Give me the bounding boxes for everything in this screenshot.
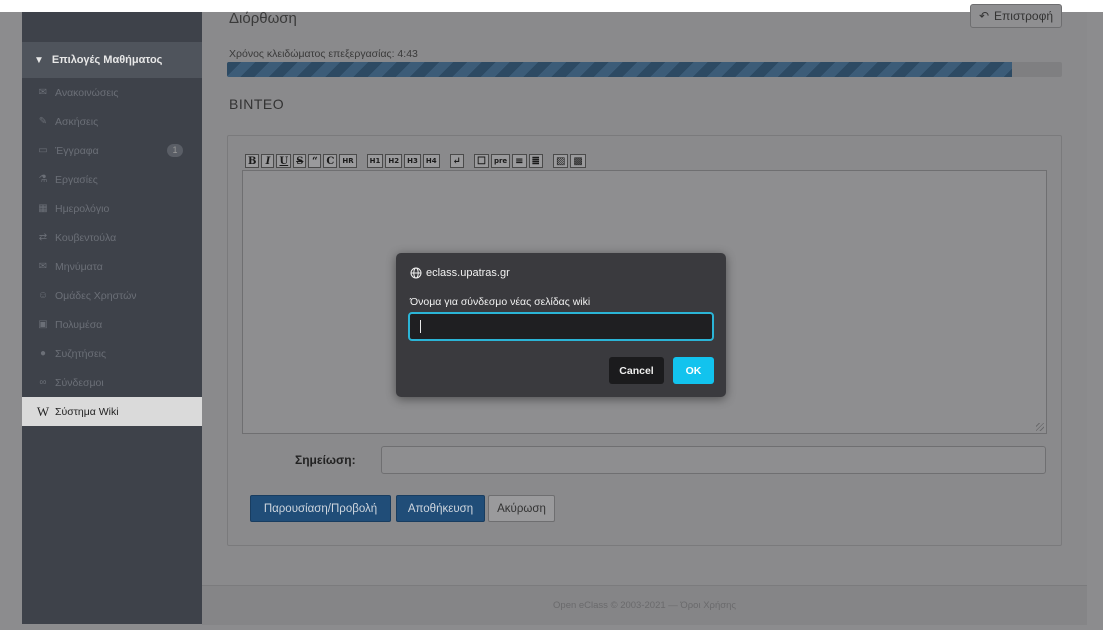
- wiki-link-button[interactable]: ▩: [570, 154, 586, 168]
- lock-progress-fill: [227, 62, 1012, 77]
- film-icon: ▣: [38, 319, 48, 330]
- bullet-list-button[interactable]: ≡: [512, 154, 527, 168]
- code-button[interactable]: C: [323, 154, 338, 168]
- users-icon: ☺: [37, 290, 49, 301]
- sidebar-item[interactable]: ▣ Πολυμέσα: [22, 310, 202, 339]
- cancel-button[interactable]: Ακύρωση: [488, 495, 555, 522]
- folder-icon: ▭: [38, 145, 48, 156]
- save-button[interactable]: Αποθήκευση: [396, 495, 485, 522]
- sidebar-item[interactable]: ⇄ Κουβεντούλα: [22, 223, 202, 252]
- pre-button[interactable]: pre: [490, 154, 511, 168]
- sidebar-item-label: Ασκήσεις: [55, 115, 99, 128]
- sidebar-item-label: Πολυμέσα: [55, 318, 103, 331]
- sidebar-item-label: Εργασίες: [55, 173, 98, 186]
- bold-button[interactable]: B: [245, 154, 260, 168]
- sidebar-header-label: Επιλογές Μαθήματος: [51, 54, 163, 66]
- note-input[interactable]: [381, 446, 1046, 474]
- sidebar-item[interactable]: ▭ Έγγραφα 1: [22, 136, 202, 165]
- wiki-page-title: ΒΙΝΤΕΟ: [229, 96, 285, 112]
- footer: Open eClass © 2003-2021 — Όροι Χρήσης: [202, 585, 1087, 625]
- footer-text: Open eClass © 2003-2021 — Όροι Χρήσης: [553, 600, 736, 611]
- sidebar-item-label: Σύνδεσμοι: [55, 376, 104, 389]
- lock-timer-text: Χρόνος κλειδώματος επεξεργασίας: 4:43: [229, 48, 418, 60]
- wikipedia-icon: W: [36, 403, 50, 419]
- h2-button[interactable]: H2: [385, 154, 403, 168]
- chevron-down-icon: ▼: [34, 54, 44, 66]
- sidebar-item-label: Ημερολόγιο: [55, 202, 110, 215]
- linebreak-button[interactable]: ↵: [449, 154, 464, 168]
- prompt-dialog: eclass.upatras.gr Όνομα για σύνδεσμο νέα…: [396, 253, 726, 397]
- h4-button[interactable]: H4: [422, 154, 440, 168]
- sidebar-section-header[interactable]: ▼ Επιλογές Μαθήματος: [22, 42, 202, 78]
- back-button-label: Επιστροφή: [994, 9, 1054, 23]
- h3-button[interactable]: H3: [404, 154, 421, 168]
- comments-icon: ●: [39, 348, 47, 359]
- dialog-origin: eclass.upatras.gr: [410, 267, 510, 279]
- editor-toolbar: B I U S “C HR H1 H2 H3 H4 ↵ ☐ pre ≡ ≣ ▨ ▩: [245, 153, 588, 169]
- sidebar-item-label: Ομάδες Χρηστών: [55, 289, 137, 302]
- sidebar-item[interactable]: ✉ Ανακοινώσεις: [22, 78, 202, 107]
- sidebar-menu: ✉ Ανακοινώσεις ✎ Ασκήσεις ▭ Έγγραφα 1 ⚗ Εργασίες…: [22, 78, 202, 426]
- edit-icon: ✎: [38, 116, 48, 127]
- dialog-ok-button[interactable]: OK: [673, 357, 714, 384]
- page-title: Διόρθωση: [229, 10, 297, 27]
- lock-progress-bar: [227, 62, 1062, 77]
- exchange-icon: ⇄: [38, 232, 48, 243]
- preview-button[interactable]: Παρουσίαση/Προβολή: [250, 495, 391, 522]
- back-button[interactable]: ↶ Επιστροφή: [970, 4, 1062, 28]
- flask-icon: ⚗: [38, 174, 48, 185]
- quote-button[interactable]: “: [308, 154, 322, 168]
- course-sidebar: ▼ Επιλογές Μαθήματος ✉ Ανακοινώσεις ✎ Ασκήσ…: [22, 12, 202, 624]
- comment-button[interactable]: ☐: [473, 154, 489, 168]
- top-strip: [0, 0, 1103, 12]
- sidebar-item[interactable]: ☺ Ομάδες Χρηστών: [22, 281, 202, 310]
- image-button[interactable]: ▨: [552, 154, 569, 168]
- dialog-message: Όνομα για σύνδεσμο νέας σελίδας wiki: [410, 296, 591, 308]
- count-badge: 1: [167, 144, 183, 157]
- sidebar-item-label: Έγγραφα: [55, 144, 99, 157]
- sidebar-item[interactable]: ● Συζητήσεις: [22, 339, 202, 368]
- h1-button[interactable]: H1: [366, 154, 384, 168]
- dialog-origin-text: eclass.upatras.gr: [426, 267, 510, 279]
- sidebar-item[interactable]: W Σύστημα Wiki: [22, 397, 202, 426]
- sidebar-item-label: Συζητήσεις: [55, 347, 107, 360]
- megaphone-icon: ✉: [38, 87, 48, 98]
- dialog-input[interactable]: [408, 312, 714, 341]
- sidebar-item[interactable]: ✉ Μηνύματα: [22, 252, 202, 281]
- sidebar-item-label: Κουβεντούλα: [55, 231, 117, 244]
- sidebar-item-label: Σύστημα Wiki: [55, 405, 119, 418]
- globe-icon: [410, 267, 422, 279]
- numbered-list-button[interactable]: ≣: [528, 154, 543, 168]
- note-label: Σημείωση:: [295, 453, 356, 467]
- resize-handle[interactable]: [1036, 423, 1044, 431]
- dialog-cancel-button[interactable]: Cancel: [609, 357, 664, 384]
- sidebar-item[interactable]: ∞ Σύνδεσμοι: [22, 368, 202, 397]
- sidebar-item-label: Ανακοινώσεις: [55, 86, 119, 99]
- underline-button[interactable]: U: [276, 154, 292, 168]
- sidebar-item-label: Μηνύματα: [55, 260, 103, 273]
- envelope-icon: ✉: [38, 261, 48, 272]
- sidebar-item[interactable]: ✎ Ασκήσεις: [22, 107, 202, 136]
- reply-icon: ↶: [978, 9, 989, 23]
- text-caret: [420, 320, 421, 333]
- calendar-icon: ▦: [38, 203, 48, 214]
- strike-button[interactable]: S: [293, 154, 307, 168]
- italic-button[interactable]: I: [261, 154, 275, 168]
- hr-button[interactable]: HR: [339, 154, 357, 168]
- sidebar-item[interactable]: ▦ Ημερολόγιο: [22, 194, 202, 223]
- sidebar-item[interactable]: ⚗ Εργασίες: [22, 165, 202, 194]
- link-icon: ∞: [39, 377, 47, 388]
